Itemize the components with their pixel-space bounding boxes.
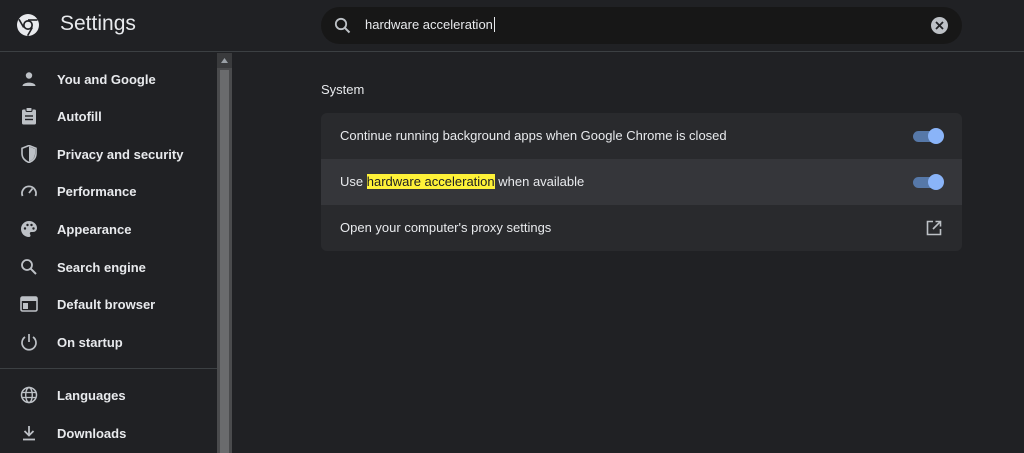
download-icon (19, 423, 39, 443)
setting-row-hardware-acceleration[interactable]: Use hardware acceleration when available (321, 159, 962, 205)
sidebar-item-appearance[interactable]: Appearance (0, 210, 217, 248)
background-apps-toggle[interactable] (913, 128, 944, 144)
sidebar-item-label: Default browser (57, 296, 156, 312)
header-bar: Settings hardware acceleration (0, 0, 1024, 52)
sidebar-item-downloads[interactable]: Downloads (0, 414, 217, 452)
label-prefix: Use (340, 174, 367, 189)
browser-icon (19, 294, 39, 314)
setting-label: Continue running background apps when Go… (340, 128, 727, 143)
sidebar-item-label: Appearance (57, 221, 132, 237)
setting-row-proxy-settings[interactable]: Open your computer's proxy settings (321, 205, 962, 251)
sidebar-item-label: Downloads (57, 425, 127, 441)
sidebar-item-label: Privacy and security (57, 146, 184, 162)
search-highlight: hardware acceleration (366, 174, 495, 189)
sidebar-item-label: Search engine (57, 259, 146, 275)
sidebar-item-label: On startup (57, 334, 123, 350)
app-title: Settings (60, 12, 136, 35)
clipboard-icon (19, 106, 39, 126)
person-icon (19, 69, 39, 89)
search-icon (19, 257, 39, 277)
sidebar-item-performance[interactable]: Performance (0, 172, 217, 210)
sidebar-item-privacy[interactable]: Privacy and security (0, 135, 217, 173)
clear-search-icon[interactable] (931, 17, 948, 34)
sidebar-item-search-engine[interactable]: Search engine (0, 248, 217, 286)
sidebar-scrollbar[interactable] (217, 53, 232, 453)
palette-icon (19, 219, 39, 239)
search-input[interactable]: hardware acceleration (365, 17, 495, 32)
open-in-new-icon[interactable] (925, 219, 943, 237)
toggle-knob (928, 174, 944, 190)
section-title: System (321, 82, 365, 97)
sidebar-item-you-and-google[interactable]: You and Google (0, 60, 217, 98)
label-suffix: when available (494, 174, 585, 189)
sidebar-item-on-startup[interactable]: On startup (0, 323, 217, 361)
shield-icon (19, 144, 39, 164)
sidebar-item-languages[interactable]: Languages (0, 376, 217, 414)
sidebar-item-label: Performance (57, 183, 137, 199)
setting-label: Open your computer's proxy settings (340, 220, 552, 235)
sidebar: You and Google Autofill Privacy and secu… (0, 53, 217, 453)
scrollbar-thumb[interactable] (220, 70, 229, 453)
sidebar-item-default-browser[interactable]: Default browser (0, 285, 217, 323)
sidebar-item-label: You and Google (57, 71, 156, 87)
search-icon[interactable] (333, 16, 353, 36)
sidebar-item-label: Autofill (57, 108, 102, 124)
chrome-logo-icon (16, 13, 40, 37)
sidebar-divider (0, 368, 217, 369)
scroll-up-arrow-icon[interactable] (217, 53, 232, 68)
sidebar-item-label: Languages (57, 387, 126, 403)
toggle-knob (928, 128, 944, 144)
setting-label: Use hardware acceleration when available (340, 174, 584, 189)
speedometer-icon (19, 181, 39, 201)
sidebar-item-autofill[interactable]: Autofill (0, 97, 217, 135)
power-icon (19, 332, 39, 352)
hardware-acceleration-toggle[interactable] (913, 174, 944, 190)
setting-row-background-apps[interactable]: Continue running background apps when Go… (321, 113, 962, 159)
globe-icon (19, 385, 39, 405)
search-box[interactable]: hardware acceleration (321, 7, 962, 44)
system-settings-card: Continue running background apps when Go… (321, 113, 962, 251)
